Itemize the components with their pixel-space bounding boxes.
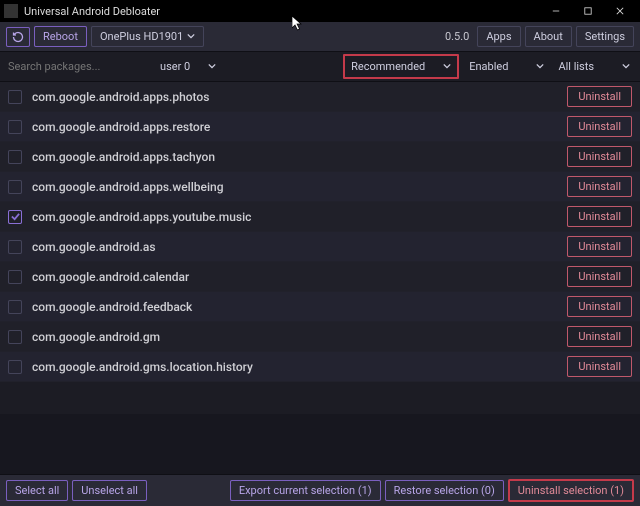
select-all-button[interactable]: Select all <box>6 480 68 501</box>
package-row[interactable]: com.google.android.gmUninstall <box>0 322 640 352</box>
window-title: Universal Android Debloater <box>24 5 160 18</box>
footer-bar: Select all Unselect all Export current s… <box>0 474 640 506</box>
uninstall-button[interactable]: Uninstall <box>567 116 632 137</box>
checkbox[interactable] <box>8 240 22 254</box>
export-selection-button[interactable]: Export current selection (1) <box>230 480 381 501</box>
checkbox[interactable] <box>8 300 22 314</box>
uninstall-button[interactable]: Uninstall <box>567 356 632 377</box>
version-label: 0.5.0 <box>445 30 469 43</box>
package-name: com.google.android.apps.wellbeing <box>32 180 567 194</box>
user-select[interactable]: user 0 <box>156 57 220 76</box>
close-button[interactable] <box>604 0 636 22</box>
checkbox[interactable] <box>8 90 22 104</box>
package-row[interactable]: com.google.android.apps.wellbeingUninsta… <box>0 172 640 202</box>
uninstall-button[interactable]: Uninstall <box>567 266 632 287</box>
empty-area <box>0 414 640 474</box>
package-list: com.google.android.apps.photosUninstallc… <box>0 82 640 414</box>
checkbox[interactable] <box>8 330 22 344</box>
package-name: com.google.android.apps.photos <box>32 90 567 104</box>
restore-selection-button[interactable]: Restore selection (0) <box>385 480 504 501</box>
apps-tab[interactable]: Apps <box>477 26 520 47</box>
highlight-frame: Recommended <box>343 54 459 79</box>
settings-tab[interactable]: Settings <box>576 26 634 47</box>
window-titlebar: Universal Android Debloater <box>0 0 640 22</box>
category-label: Recommended <box>351 60 425 73</box>
uninstall-button[interactable]: Uninstall <box>567 206 632 227</box>
package-name: com.google.android.apps.restore <box>32 120 567 134</box>
filter-bar: user 0 Recommended Enabled All lists <box>0 52 640 82</box>
package-row[interactable]: com.google.android.apps.photosUninstall <box>0 82 640 112</box>
package-name: com.google.android.calendar <box>32 270 567 284</box>
chevron-down-icon <box>208 60 216 73</box>
search-input[interactable] <box>6 56 150 77</box>
app-icon <box>4 4 18 18</box>
list-select[interactable]: All lists <box>554 57 634 76</box>
uninstall-button[interactable]: Uninstall <box>567 146 632 167</box>
maximize-button[interactable] <box>572 0 604 22</box>
checkbox[interactable] <box>8 360 22 374</box>
chevron-down-icon <box>536 60 544 73</box>
package-row[interactable]: com.google.android.feedbackUninstall <box>0 292 640 322</box>
package-name: com.google.android.feedback <box>32 300 567 314</box>
package-row[interactable]: com.google.android.apps.youtube.musicUni… <box>0 202 640 232</box>
package-row[interactable]: com.google.android.asUninstall <box>0 232 640 262</box>
uninstall-button[interactable]: Uninstall <box>567 326 632 347</box>
uninstall-selection-button[interactable]: Uninstall selection (1) <box>508 479 634 502</box>
checkbox[interactable] <box>8 120 22 134</box>
uninstall-button[interactable]: Uninstall <box>567 296 632 317</box>
device-label: OnePlus HD1901 <box>100 30 183 43</box>
package-row[interactable]: com.google.android.gms.location.historyU… <box>0 352 640 382</box>
list-label: All lists <box>558 60 594 73</box>
uninstall-button[interactable]: Uninstall <box>567 236 632 257</box>
package-name: com.google.android.gm <box>32 330 567 344</box>
package-row[interactable]: com.google.android.apps.restoreUninstall <box>0 112 640 142</box>
package-name: com.google.android.apps.youtube.music <box>32 210 567 224</box>
minimize-button[interactable] <box>540 0 572 22</box>
checkbox[interactable] <box>8 150 22 164</box>
status-label: Enabled <box>469 60 508 73</box>
category-select[interactable]: Recommended <box>347 57 455 76</box>
chevron-down-icon <box>622 60 630 73</box>
checkbox[interactable] <box>8 180 22 194</box>
chevron-down-icon <box>443 60 451 73</box>
package-name: com.google.android.apps.tachyon <box>32 150 567 164</box>
reboot-button[interactable]: Reboot <box>34 26 87 47</box>
chevron-down-icon <box>187 30 195 43</box>
package-name: com.google.android.gms.location.history <box>32 360 567 374</box>
checkbox[interactable] <box>8 210 22 224</box>
user-label: user 0 <box>160 60 190 73</box>
top-toolbar: Reboot OnePlus HD1901 0.5.0 Apps About S… <box>0 22 640 52</box>
status-select[interactable]: Enabled <box>465 57 548 76</box>
package-row[interactable]: com.google.android.calendarUninstall <box>0 262 640 292</box>
package-row[interactable]: com.google.android.apps.tachyonUninstall <box>0 142 640 172</box>
unselect-all-button[interactable]: Unselect all <box>72 480 147 501</box>
uninstall-button[interactable]: Uninstall <box>567 86 632 107</box>
checkbox[interactable] <box>8 270 22 284</box>
refresh-button[interactable] <box>6 27 30 47</box>
uninstall-button[interactable]: Uninstall <box>567 176 632 197</box>
about-tab[interactable]: About <box>525 26 572 47</box>
package-name: com.google.android.as <box>32 240 567 254</box>
device-select[interactable]: OnePlus HD1901 <box>91 26 204 47</box>
